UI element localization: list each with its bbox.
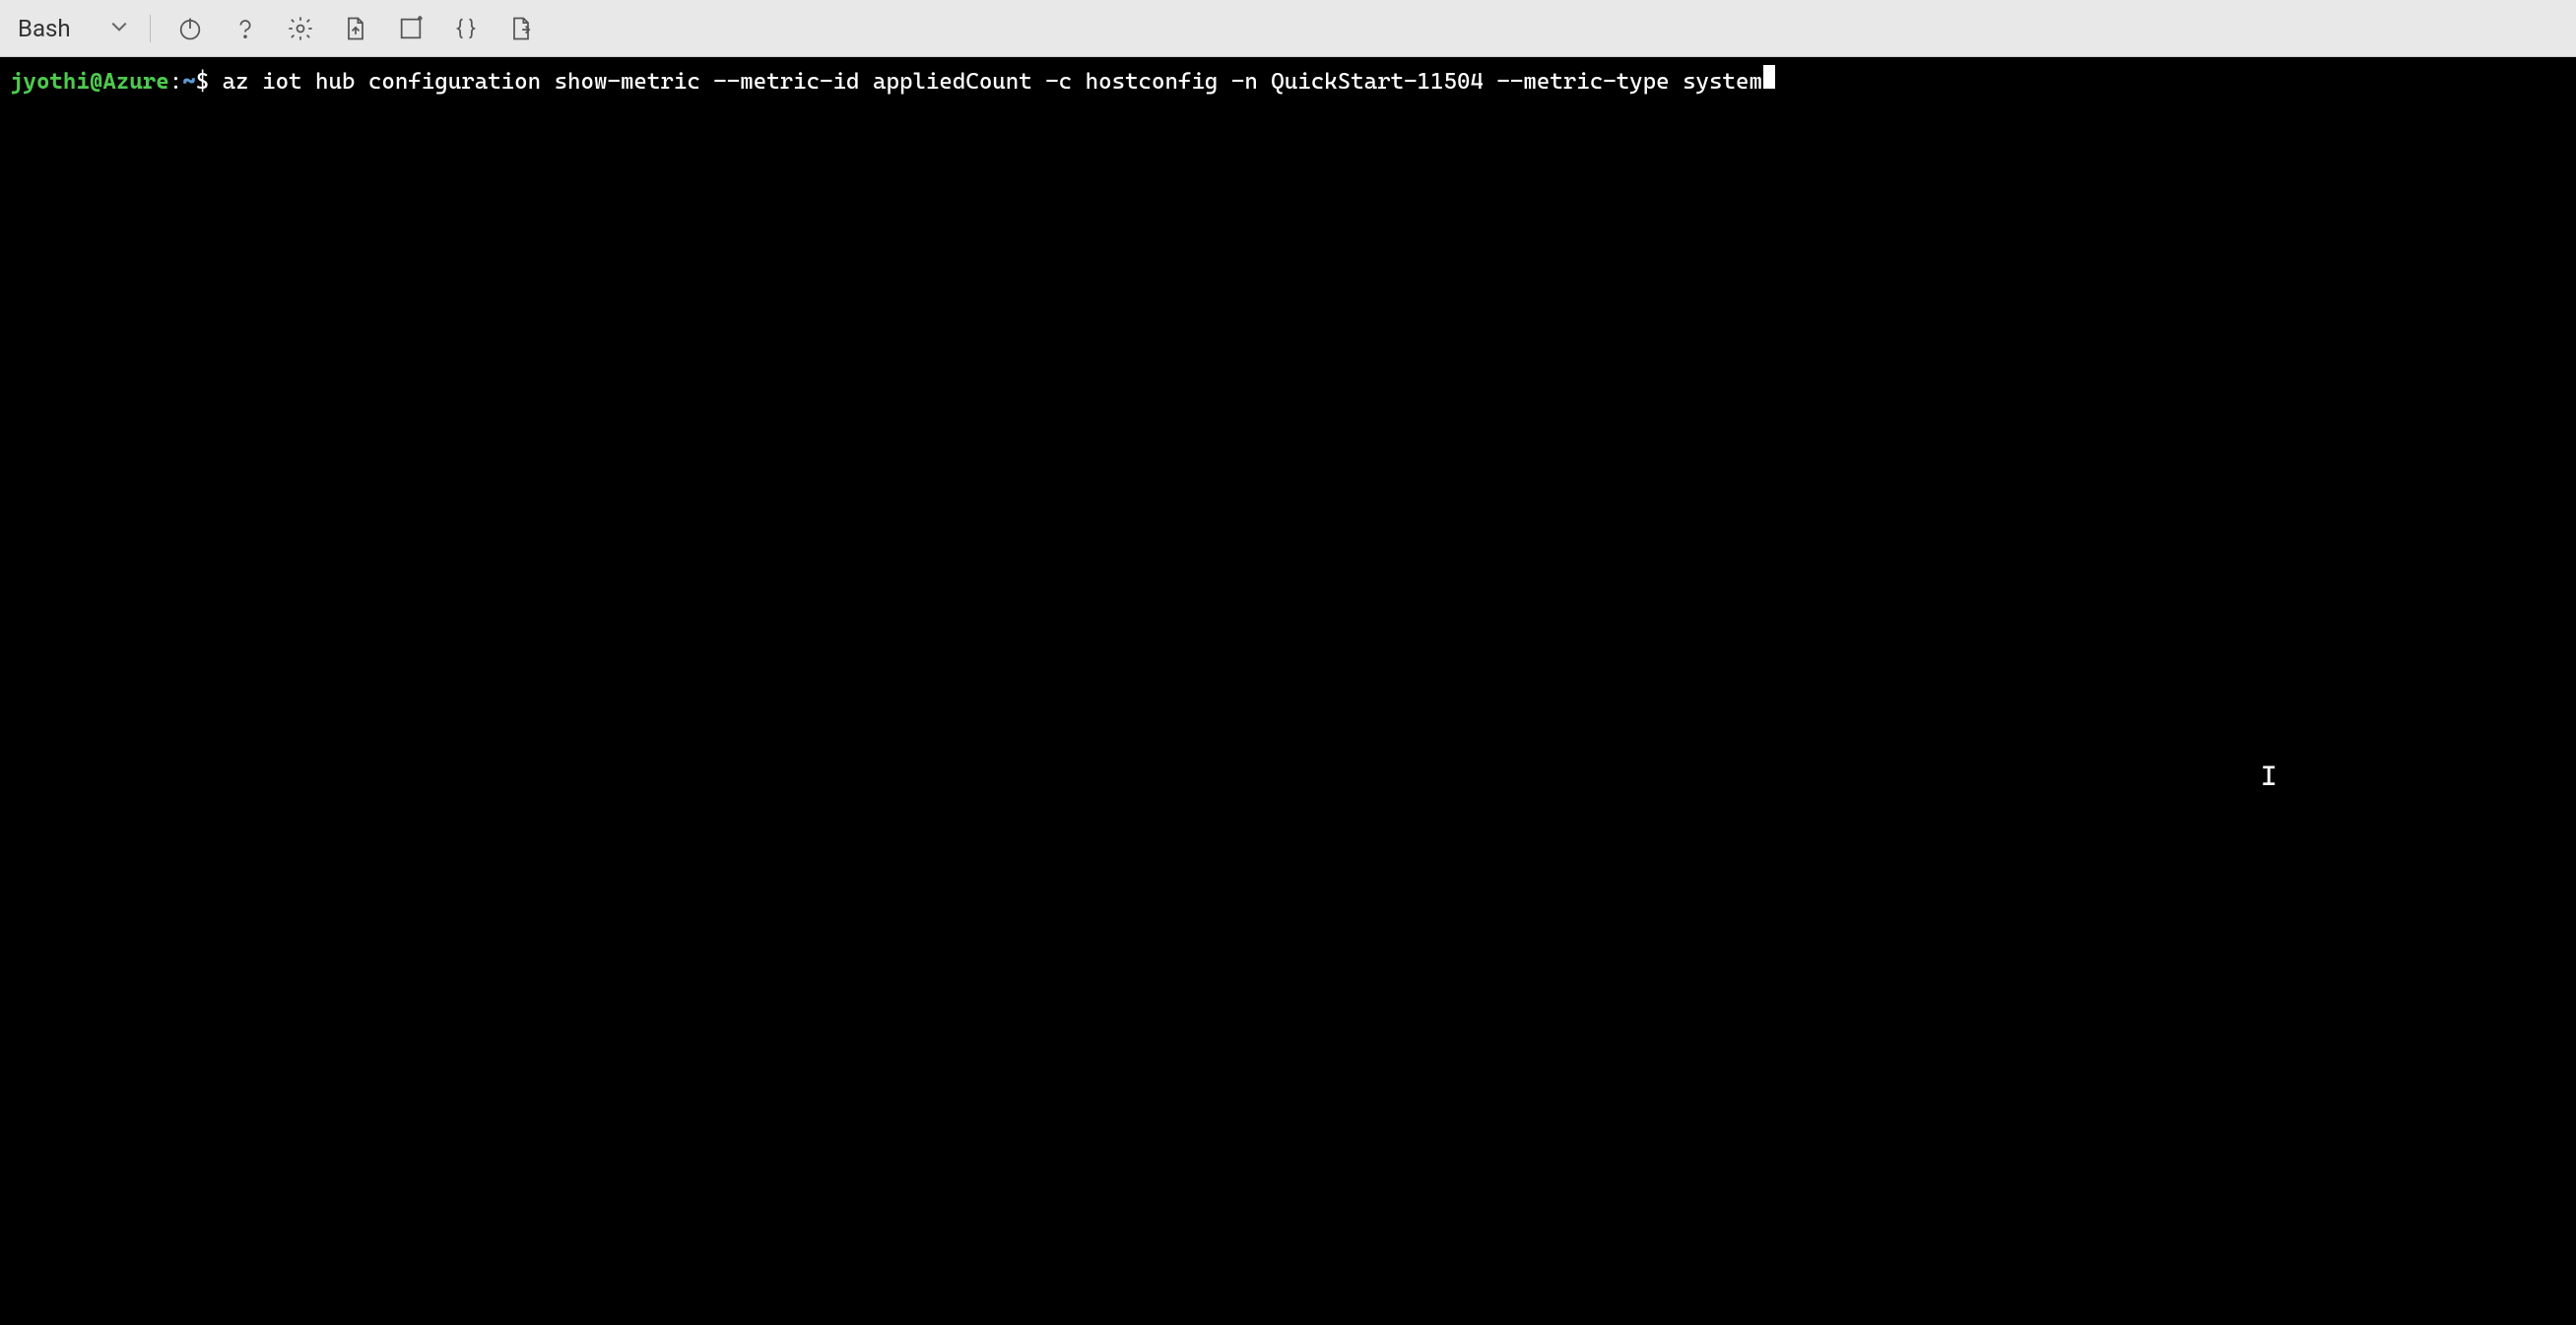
command-input: az iot hub configuration show-metric --m…	[223, 66, 1762, 98]
settings-icon[interactable]	[279, 7, 322, 50]
terminal-area[interactable]: jyothi@Azure:~$ az iot hub configuration…	[0, 57, 2576, 1325]
prompt-user: jyothi@Azure	[10, 66, 169, 98]
shell-selector[interactable]: Bash	[8, 11, 138, 46]
text-cursor-indicator: I	[2261, 757, 2277, 795]
shell-name-label: Bash	[18, 15, 71, 42]
terminal-line: jyothi@Azure:~$ az iot hub configuration…	[10, 65, 2566, 98]
terminal-cursor	[1763, 65, 1775, 89]
prompt-symbol: $	[196, 66, 209, 98]
power-icon[interactable]	[168, 7, 212, 50]
braces-icon[interactable]	[444, 7, 488, 50]
upload-file-icon[interactable]	[334, 7, 377, 50]
help-icon[interactable]	[224, 7, 267, 50]
prompt-path: ~	[182, 66, 195, 98]
prompt-separator: :	[169, 66, 182, 98]
toolbar: Bash	[0, 0, 2576, 57]
new-session-icon[interactable]	[389, 7, 432, 50]
toolbar-divider	[150, 15, 151, 42]
open-file-icon[interactable]	[499, 7, 543, 50]
command-text	[209, 66, 222, 98]
chevron-down-icon	[110, 18, 128, 39]
